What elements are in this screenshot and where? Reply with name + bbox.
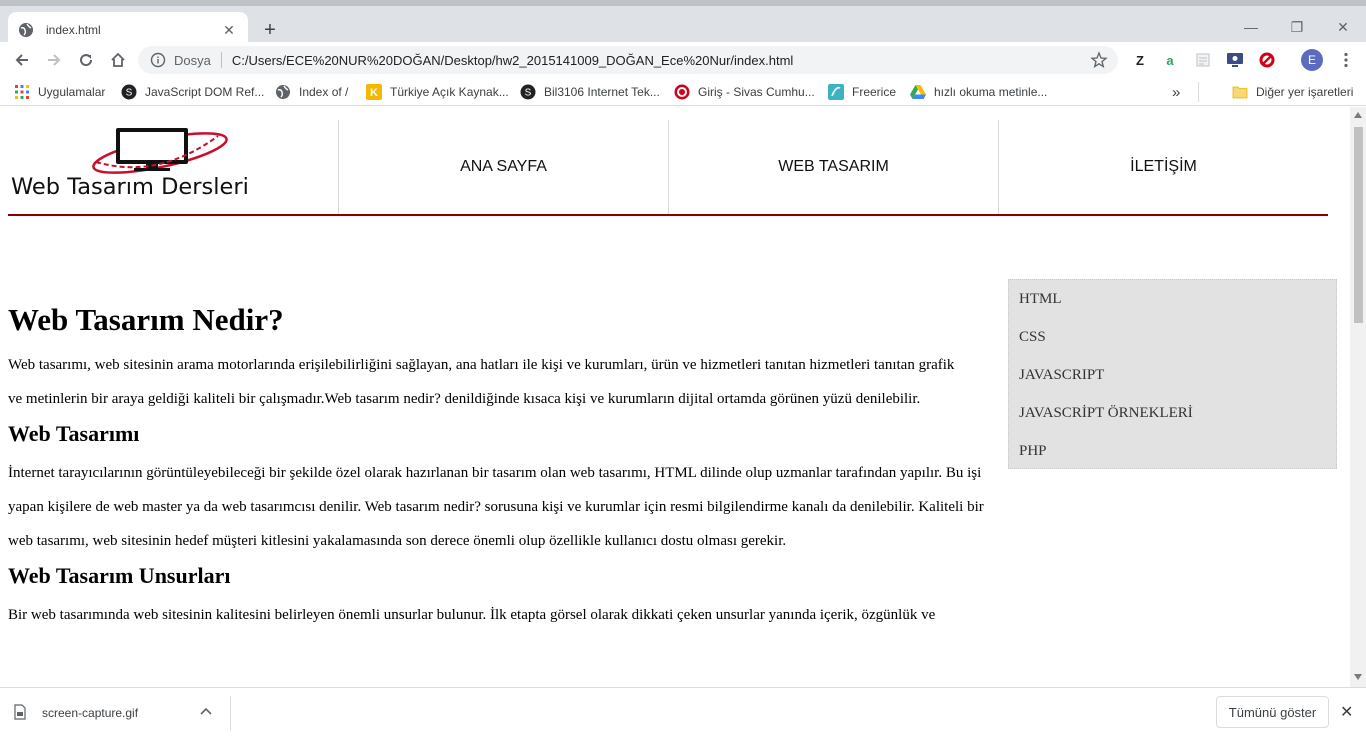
home-button[interactable] bbox=[104, 46, 132, 74]
browser-toolbar: Dosya C:/Users/ECE%20NUR%20DOĞAN/Desktop… bbox=[0, 42, 1366, 78]
drive-icon bbox=[910, 84, 926, 100]
sidebar-item-php[interactable]: PHP bbox=[1009, 432, 1336, 470]
home-icon bbox=[111, 52, 125, 67]
elements-paragraph: Bir web tasarımında web sitesinin kalite… bbox=[8, 607, 936, 623]
forward-arrow-icon bbox=[48, 54, 61, 66]
scrollbar-thumb[interactable] bbox=[1354, 127, 1363, 323]
bookmark-label: Bil3106 Internet Tek... bbox=[544, 85, 660, 99]
download-file-name: screen-capture.gif bbox=[42, 706, 139, 720]
reload-button[interactable] bbox=[72, 46, 100, 74]
back-button[interactable] bbox=[8, 46, 36, 74]
extension-screen-icon[interactable] bbox=[1225, 50, 1245, 70]
svg-text:K: K bbox=[370, 87, 378, 99]
bookmark-item[interactable]: Giriş - Sivas Cumhu... bbox=[674, 83, 815, 101]
nav-web-design[interactable]: WEB TASARIM bbox=[668, 120, 998, 214]
back-arrow-icon bbox=[15, 54, 28, 66]
omnibox-separator bbox=[220, 52, 222, 68]
site-logo[interactable]: Web Tasarım Dersleri bbox=[8, 120, 338, 214]
extension-z-icon[interactable]: Z bbox=[1130, 50, 1150, 70]
reload-icon bbox=[80, 54, 93, 67]
section-heading-web-design: Web Tasarımı bbox=[8, 421, 140, 446]
shelf-close-icon[interactable]: ✕ bbox=[1340, 702, 1353, 722]
bookmark-item[interactable]: Uygulamalar bbox=[14, 83, 105, 101]
sidebar-item-javascript-examples[interactable]: JAVASCRİPT ÖRNEKLERİ bbox=[1009, 394, 1336, 432]
profile-avatar[interactable]: E bbox=[1301, 49, 1323, 71]
main-content: Web Tasarım Nedir? Web tasarımı, web sit… bbox=[8, 292, 1008, 632]
show-all-button[interactable]: Tümünü göster bbox=[1216, 696, 1329, 728]
address-bar[interactable]: Dosya C:/Users/ECE%20NUR%20DOĞAN/Desktop… bbox=[138, 46, 1118, 74]
url-text[interactable]: C:/Users/ECE%20NUR%20DOĞAN/Desktop/hw2_2… bbox=[232, 53, 793, 68]
bookmark-label: JavaScript DOM Ref... bbox=[145, 85, 265, 99]
page-scrollbar[interactable] bbox=[1350, 107, 1366, 687]
sidebar-menu: HTML CSS JAVASCRIPT JAVASCRİPT ÖRNEKLERİ… bbox=[1008, 279, 1337, 469]
file-icon bbox=[14, 703, 26, 723]
monitor-logo-icon bbox=[92, 128, 228, 174]
section-heading-elements: Web Tasarım Unsurları bbox=[8, 563, 231, 588]
site-header: Web Tasarım Dersleri ANA SAYFA WEB TASAR… bbox=[8, 120, 1328, 216]
scroll-up-icon[interactable] bbox=[1354, 111, 1362, 119]
bookmark-item[interactable]: Freerice bbox=[828, 83, 896, 101]
tab-strip: index.html ✕ + — ❐ ✕ bbox=[0, 0, 1366, 48]
sidebar-item-javascript[interactable]: JAVASCRIPT bbox=[1009, 356, 1336, 394]
bookmarks-bar: Uygulamalar S JavaScript DOM Ref... Inde… bbox=[0, 78, 1366, 106]
window-close-button[interactable]: ✕ bbox=[1320, 12, 1366, 42]
bookmarks-overflow-button[interactable]: » bbox=[1172, 83, 1180, 101]
download-shelf: screen-capture.gif Tümünü göster ✕ bbox=[0, 687, 1366, 736]
bookmark-item[interactable]: S Bil3106 Internet Tek... bbox=[520, 83, 660, 101]
bookmark-label: Türkiye Açık Kaynak... bbox=[390, 85, 509, 99]
apps-grid-icon bbox=[14, 84, 30, 100]
intro-paragraph: Web tasarımı, web sitesinin arama motorl… bbox=[8, 357, 955, 407]
extension-a-icon[interactable]: a bbox=[1160, 50, 1180, 70]
download-separator bbox=[230, 696, 231, 730]
scroll-down-icon[interactable] bbox=[1354, 673, 1362, 681]
globe-icon bbox=[275, 84, 291, 100]
bookmark-label: Index of / bbox=[299, 85, 349, 99]
minimize-button[interactable]: — bbox=[1228, 12, 1274, 42]
scheme-label: Dosya bbox=[174, 52, 211, 68]
svg-text:S: S bbox=[126, 88, 133, 99]
sidebar-item-html[interactable]: HTML bbox=[1009, 280, 1336, 318]
target-icon bbox=[674, 84, 690, 100]
bookmark-item[interactable]: K Türkiye Açık Kaynak... bbox=[366, 83, 509, 101]
other-bookmarks-label: Diğer yer işaretleri bbox=[1256, 85, 1354, 99]
site-icon: S bbox=[520, 84, 536, 100]
bookmark-label: hızlı okuma metinle... bbox=[934, 85, 1048, 99]
svg-text:S: S bbox=[525, 88, 532, 99]
freerice-icon bbox=[828, 84, 844, 100]
forward-button[interactable] bbox=[40, 46, 68, 74]
bookmark-label: Uygulamalar bbox=[38, 85, 106, 99]
nav-contact[interactable]: İLETİŞİM bbox=[998, 120, 1328, 214]
bookmark-item[interactable]: Index of / bbox=[275, 83, 348, 101]
k-icon: K bbox=[366, 84, 382, 100]
menu-icon[interactable] bbox=[1336, 50, 1356, 70]
info-icon[interactable] bbox=[150, 52, 166, 68]
tab-title: index.html bbox=[46, 23, 101, 37]
site-icon: S bbox=[121, 84, 137, 100]
download-item[interactable]: screen-capture.gif bbox=[14, 698, 212, 728]
logo-text: Web Tasarım Dersleri bbox=[11, 174, 249, 200]
bookmark-item[interactable]: S JavaScript DOM Ref... bbox=[121, 83, 264, 101]
bookmark-label: Freerice bbox=[852, 85, 897, 99]
bookmark-item[interactable]: hızlı okuma metinle... bbox=[910, 83, 1047, 101]
extension-document-icon[interactable] bbox=[1193, 50, 1213, 70]
tab-close-icon[interactable]: ✕ bbox=[220, 22, 238, 39]
main-heading: Web Tasarım Nedir? bbox=[8, 302, 284, 337]
web-design-paragraph: İnternet tarayıcılarının görüntüleyebile… bbox=[8, 465, 984, 549]
sidebar-item-css[interactable]: CSS bbox=[1009, 318, 1336, 356]
folder-icon bbox=[1232, 84, 1248, 100]
page-viewport: Web Tasarım Dersleri ANA SAYFA WEB TASAR… bbox=[0, 107, 1350, 687]
bookmark-label: Giriş - Sivas Cumhu... bbox=[698, 85, 815, 99]
restore-button[interactable]: ❐ bbox=[1274, 12, 1320, 42]
new-tab-button[interactable]: + bbox=[258, 18, 282, 42]
nav-home[interactable]: ANA SAYFA bbox=[338, 120, 668, 214]
other-bookmarks-folder[interactable]: Diğer yer işaretleri bbox=[1232, 83, 1353, 101]
bookmarks-separator bbox=[1198, 82, 1199, 102]
bookmark-star-icon[interactable] bbox=[1090, 51, 1108, 69]
globe-icon bbox=[18, 22, 34, 38]
extension-block-icon[interactable] bbox=[1257, 50, 1277, 70]
chevron-up-icon[interactable] bbox=[200, 704, 212, 718]
